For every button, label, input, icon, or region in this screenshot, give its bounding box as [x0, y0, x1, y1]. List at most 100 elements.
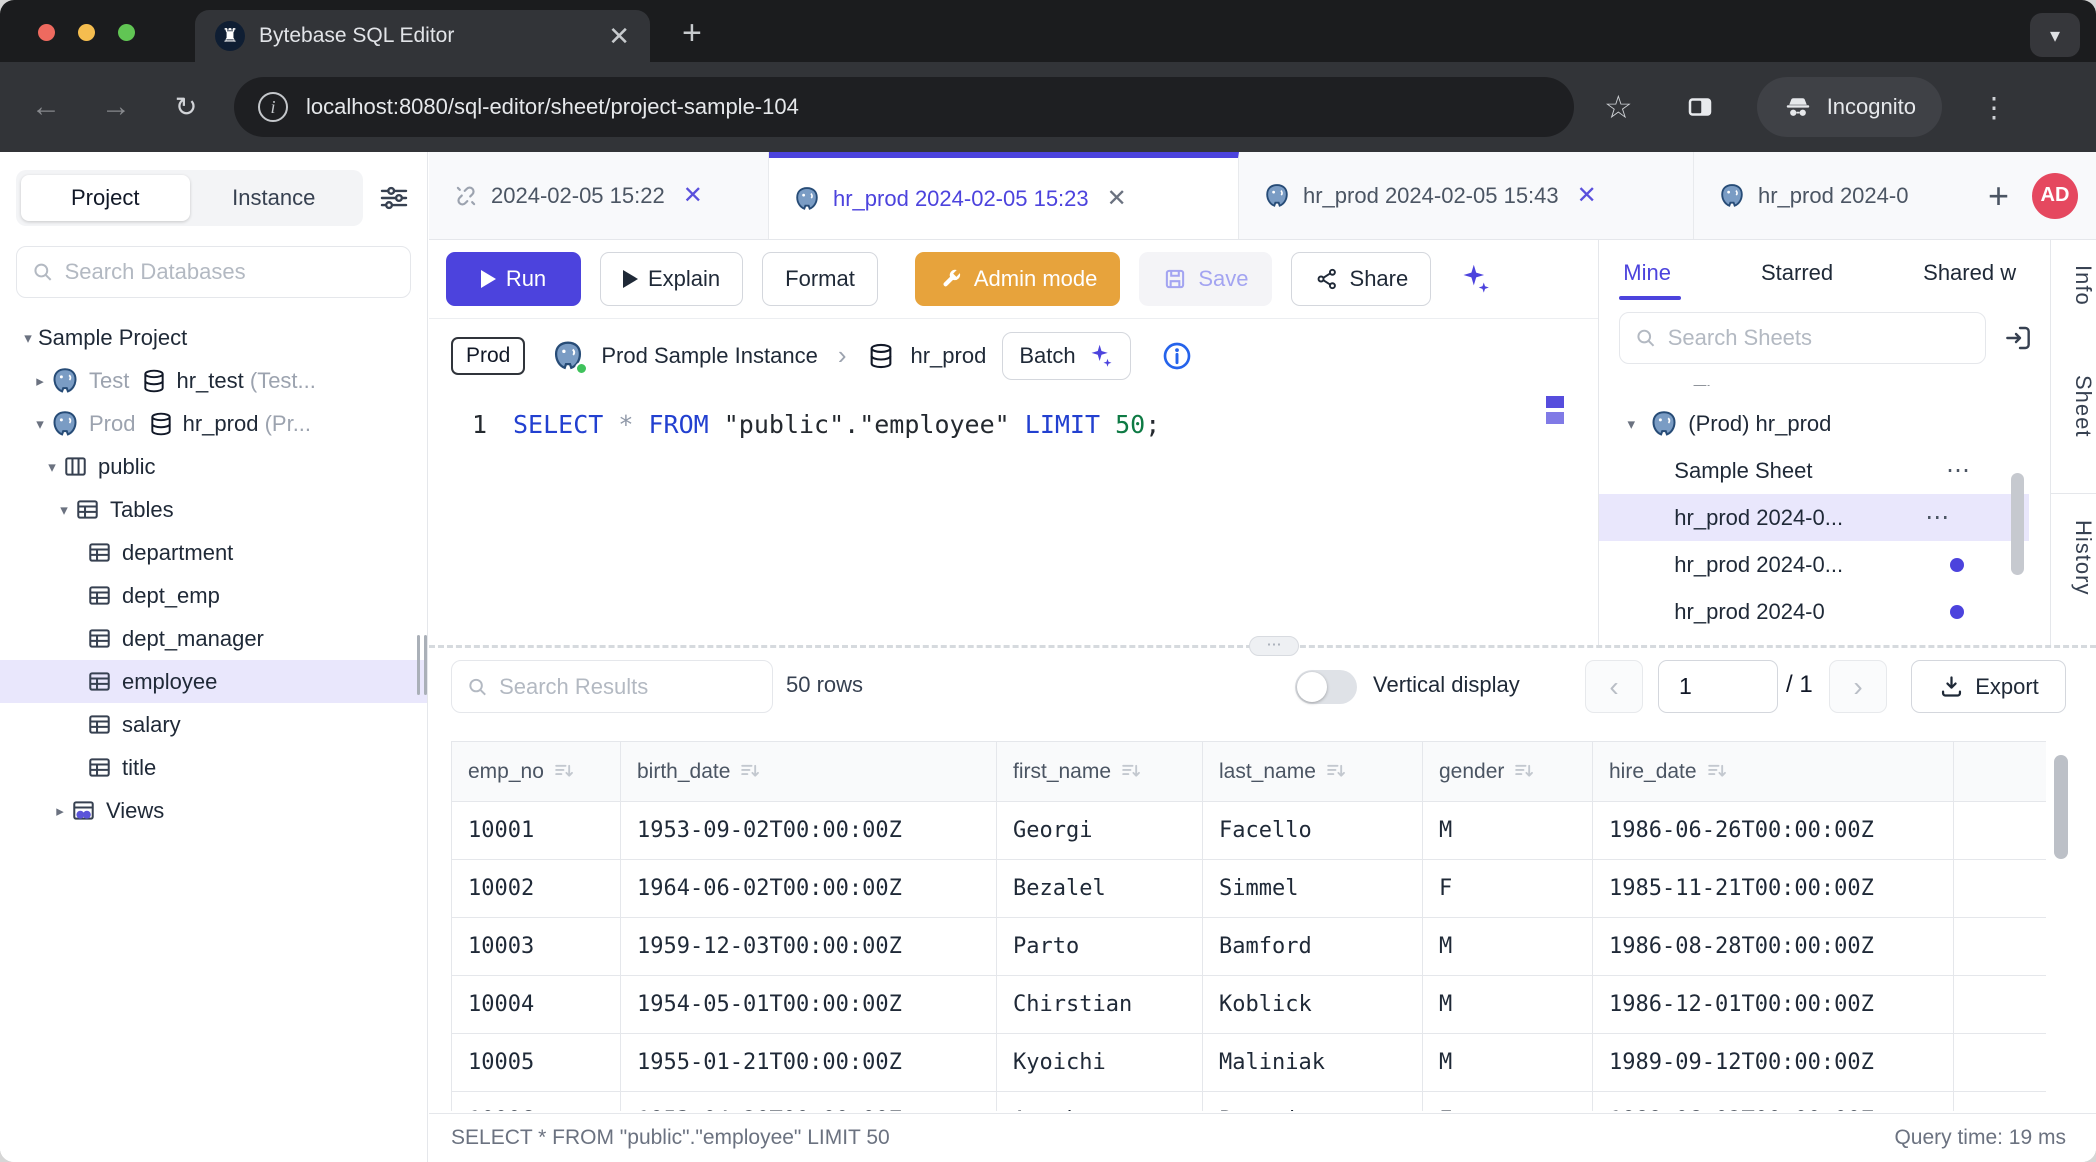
cell-hire-date[interactable]: 1986-06-26T00:00:00Z: [1593, 802, 1954, 860]
cell-first-name[interactable]: Georgi: [997, 802, 1203, 860]
new-browser-tab-button[interactable]: +: [682, 14, 702, 53]
cell-emp-no[interactable]: 10001: [452, 802, 621, 860]
new-worksheet-tab-button[interactable]: +: [1988, 175, 2009, 217]
sidebar-settings-icon[interactable]: [377, 181, 411, 215]
sheet-search-input[interactable]: [1668, 325, 1972, 351]
tab-mine[interactable]: Mine: [1623, 260, 1671, 286]
results-search-input[interactable]: [499, 674, 758, 700]
caret-down-icon[interactable]: ▾: [1621, 415, 1641, 433]
close-tab-icon[interactable]: ✕: [1577, 181, 1597, 210]
batch-button[interactable]: Batch: [1002, 332, 1130, 380]
site-info-icon[interactable]: i: [258, 92, 288, 122]
browser-menu-icon[interactable]: ⋮: [1980, 91, 2008, 124]
share-button[interactable]: Share: [1291, 252, 1432, 306]
column-header[interactable]: first_name: [997, 742, 1203, 802]
cell-last-name[interactable]: Bamford: [1203, 918, 1423, 976]
worksheet-tab-3[interactable]: hr_prod 2024-02-05 15:43 ✕: [1239, 152, 1694, 239]
cell-last-name[interactable]: Preusig: [1203, 1092, 1423, 1112]
rail-tab-info[interactable]: Info: [2051, 265, 2096, 306]
cell-emp-no[interactable]: 10003: [452, 918, 621, 976]
ai-sparkles-icon[interactable]: [1454, 260, 1492, 298]
user-avatar[interactable]: AD: [2032, 173, 2078, 219]
column-header[interactable]: gender: [1423, 742, 1593, 802]
rail-tab-sheet[interactable]: Sheet: [2051, 375, 2096, 438]
caret-down-icon[interactable]: ▾: [30, 415, 50, 433]
sheet-search[interactable]: [1619, 312, 1986, 364]
sql-code-editor[interactable]: 1 SELECT * FROM "public"."employee" LIMI…: [429, 392, 1598, 645]
cell-hire-date[interactable]: 1985-11-21T00:00:00Z: [1593, 860, 1954, 918]
tab-search-chevron-button[interactable]: ▾: [2030, 13, 2080, 57]
cell-gender[interactable]: M: [1423, 802, 1593, 860]
address-bar[interactable]: i localhost:8080/sql-editor/sheet/projec…: [234, 77, 1574, 137]
tree-item-tables-group[interactable]: ▾ Tables: [0, 488, 427, 531]
worksheet-tab-2-active[interactable]: hr_prod 2024-02-05 15:23 ✕: [769, 152, 1239, 239]
cell-birth-date[interactable]: 1964-06-02T00:00:00Z: [621, 860, 997, 918]
sheet-list-item-clipped[interactable]: hr_prod 2024-0...: [1599, 385, 2050, 400]
database-name[interactable]: hr_prod: [911, 343, 987, 369]
sort-icon[interactable]: [552, 759, 577, 784]
column-header[interactable]: emp_no: [452, 742, 621, 802]
sort-icon[interactable]: [1512, 759, 1537, 784]
database-search-input[interactable]: [65, 259, 396, 285]
collapse-panel-icon[interactable]: [2002, 322, 2034, 354]
tree-item-table-employee[interactable]: employee: [0, 660, 427, 703]
tree-item-table-salary[interactable]: salary: [0, 703, 427, 746]
cell-first-name[interactable]: Kyoichi: [997, 1034, 1203, 1092]
cell-birth-date[interactable]: 1953-04-20T00:00:00Z: [621, 1092, 997, 1112]
cell-birth-date[interactable]: 1959-12-03T00:00:00Z: [621, 918, 997, 976]
cell-first-name[interactable]: Bezalel: [997, 860, 1203, 918]
cell-birth-date[interactable]: 1953-09-02T00:00:00Z: [621, 802, 997, 860]
table-row[interactable]: 10002 1964-06-02T00:00:00Z Bezalel Simme…: [452, 860, 2047, 918]
column-header[interactable]: birth_date: [621, 742, 997, 802]
run-button[interactable]: Run: [446, 252, 581, 306]
tab-shared[interactable]: Shared w: [1923, 260, 2016, 286]
table-row[interactable]: 10001 1953-09-02T00:00:00Z Georgi Facell…: [452, 802, 2047, 860]
vertical-display-toggle[interactable]: [1295, 670, 1357, 704]
cell-emp-no[interactable]: 10005: [452, 1034, 621, 1092]
bookmark-star-icon[interactable]: ☆: [1604, 88, 1633, 126]
cell-last-name[interactable]: Maliniak: [1203, 1034, 1423, 1092]
browser-tab-close-icon[interactable]: ✕: [608, 23, 630, 49]
cell-emp-no[interactable]: 10002: [452, 860, 621, 918]
cell-last-name[interactable]: Simmel: [1203, 860, 1423, 918]
table-row[interactable]: 10006 1953-04-20T00:00:00Z Anneke Preusi…: [452, 1092, 2047, 1112]
sort-icon[interactable]: [1705, 759, 1730, 784]
cell-last-name[interactable]: Koblick: [1203, 976, 1423, 1034]
table-row[interactable]: 10004 1954-05-01T00:00:00Z Chirstian Kob…: [452, 976, 2047, 1034]
tab-starred[interactable]: Starred: [1761, 260, 1833, 286]
results-search[interactable]: [451, 660, 773, 713]
sheet-more-icon[interactable]: ⋯: [1925, 503, 1951, 532]
sheet-item-unsaved[interactable]: hr_prod 2024-0...: [1599, 541, 2050, 588]
cell-last-name[interactable]: Facello: [1203, 802, 1423, 860]
cell-emp-no[interactable]: 10004: [452, 976, 621, 1034]
tab-instance[interactable]: Instance: [190, 175, 359, 221]
tree-item-table-department[interactable]: department: [0, 531, 427, 574]
mac-maximize-button[interactable]: [118, 24, 135, 41]
table-row[interactable]: 10003 1959-12-03T00:00:00Z Parto Bamford…: [452, 918, 2047, 976]
save-button[interactable]: Save: [1139, 252, 1271, 306]
caret-down-icon[interactable]: ▾: [54, 501, 74, 519]
cell-gender[interactable]: M: [1423, 918, 1593, 976]
cell-gender[interactable]: M: [1423, 1034, 1593, 1092]
tree-item-hr-test[interactable]: ▸ Test hr_test (Test...: [0, 359, 427, 402]
cell-hire-date[interactable]: 1989-09-12T00:00:00Z: [1593, 1034, 1954, 1092]
caret-right-icon[interactable]: ▸: [50, 802, 70, 820]
admin-mode-button[interactable]: Admin mode: [915, 252, 1121, 306]
sort-icon[interactable]: [1119, 759, 1144, 784]
page-number-input[interactable]: [1658, 660, 1778, 713]
url-text[interactable]: localhost:8080/sql-editor/sheet/project-…: [306, 94, 799, 120]
worksheet-tab-1[interactable]: 2024-02-05 15:22 ✕: [429, 152, 769, 239]
mac-close-button[interactable]: [38, 24, 55, 41]
code-line-1[interactable]: 1 SELECT * FROM "public"."employee" LIMI…: [429, 410, 1598, 439]
cell-first-name[interactable]: Anneke: [997, 1092, 1203, 1112]
sheet-item-active[interactable]: hr_prod 2024-0... ⋯: [1599, 494, 2029, 541]
tree-item-table-title[interactable]: title: [0, 746, 427, 789]
tree-item-hr-prod[interactable]: ▾ Prod hr_prod (Pr...: [0, 402, 427, 445]
sheet-more-icon[interactable]: ⋯: [1946, 456, 1972, 485]
cell-birth-date[interactable]: 1955-01-21T00:00:00Z: [621, 1034, 997, 1092]
mac-minimize-button[interactable]: [78, 24, 95, 41]
table-row[interactable]: 10005 1955-01-21T00:00:00Z Kyoichi Malin…: [452, 1034, 2047, 1092]
sort-icon[interactable]: [1324, 759, 1349, 784]
prev-page-button[interactable]: ‹: [1585, 660, 1643, 713]
instance-name[interactable]: Prod Sample Instance: [601, 343, 817, 369]
